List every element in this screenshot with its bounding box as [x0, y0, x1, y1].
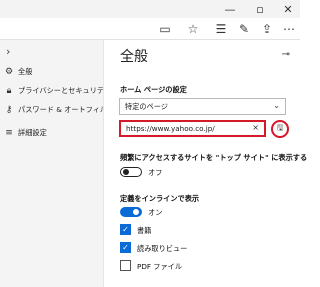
- sidebar-item-passwords[interactable]: ⚷ パスワード & オートフィル: [0, 101, 107, 119]
- reading-view-label: 読み取りビュー: [137, 244, 188, 253]
- minimize-icon[interactable]: —: [216, 0, 244, 18]
- home-page-select-value: 特定のページ: [125, 101, 168, 111]
- tab-actions-icon[interactable]: ▭: [155, 18, 175, 40]
- books-checkbox[interactable]: ✓: [120, 224, 131, 235]
- close-icon[interactable]: ✕: [274, 0, 302, 18]
- pin-icon[interactable]: ⊸: [282, 49, 290, 60]
- sidebar-item-label: プライバシーとセキュリティ: [18, 86, 111, 95]
- more-icon[interactable]: ⋯: [279, 18, 299, 40]
- sidebar-item-advanced[interactable]: ≡ 詳細設定: [0, 124, 103, 142]
- chevron-down-icon: ⌄: [273, 101, 280, 110]
- favorites-icon[interactable]: ☰: [211, 18, 231, 40]
- settings-panel: 全般 ⊸ ホーム ページの設定 特定のページ ⌄ https://www.yah…: [103, 40, 307, 287]
- share-icon[interactable]: ⇪: [257, 18, 277, 40]
- reading-view-checkbox[interactable]: ✓: [120, 242, 131, 253]
- browser-toolbar: ▭ ☆ ☰ ✎ ⇪ ⋯: [0, 18, 300, 40]
- sidebar-item-label: 全般: [18, 67, 33, 76]
- inline-definitions-state: オン: [148, 208, 163, 217]
- top-sites-state: オフ: [148, 168, 163, 177]
- gear-icon: ⚙: [4, 67, 14, 77]
- lock-icon: 🔒︎: [6, 86, 12, 96]
- toggle-knob: [123, 169, 129, 175]
- inline-definitions-label: 定義をインラインで表示: [120, 194, 200, 203]
- home-page-url-value: https://www.yahoo.co.jp/: [126, 124, 215, 133]
- chevron-right-icon[interactable]: ›: [6, 45, 10, 58]
- sidebar-item-privacy[interactable]: 🔒︎ プライバシーとセキュリティ: [0, 82, 111, 100]
- sidebar-item-label: 詳細設定: [18, 128, 47, 137]
- maximize-icon[interactable]: ▫: [246, 0, 274, 18]
- pdf-files-label: PDF ファイル: [137, 262, 183, 271]
- clear-icon[interactable]: ×: [252, 123, 259, 132]
- page-title: 全般: [120, 49, 148, 65]
- top-sites-toggle[interactable]: [120, 167, 142, 177]
- pen-icon[interactable]: ✎: [234, 18, 254, 40]
- home-page-select[interactable]: 特定のページ ⌄: [119, 98, 286, 115]
- sidebar-item-label: パスワード & オートフィル: [18, 105, 108, 114]
- sidebar-item-general[interactable]: ⚙ 全般: [0, 63, 103, 81]
- home-page-url-input[interactable]: https://www.yahoo.co.jp/ ×: [119, 120, 266, 137]
- key-icon: ⚷: [5, 105, 13, 115]
- top-sites-label: 頻繁にアクセスするサイトを "トップ サイト" に表示する: [120, 153, 308, 162]
- save-button[interactable]: 🖫︎: [271, 120, 289, 138]
- save-icon: 🖫︎: [276, 123, 284, 132]
- inline-definitions-toggle[interactable]: [120, 207, 142, 217]
- star-icon[interactable]: ☆: [183, 18, 203, 40]
- settings-sidebar: › ⚙ 全般 🔒︎ プライバシーとセキュリティ ⚷ パスワード & オートフィル…: [0, 40, 111, 287]
- toggle-knob: [133, 209, 139, 215]
- sliders-icon: ≡: [5, 128, 13, 138]
- home-page-label: ホーム ページの設定: [120, 85, 187, 94]
- books-label: 書籍: [137, 226, 152, 235]
- window-titlebar: — ▫ ✕: [0, 0, 300, 18]
- pdf-files-checkbox[interactable]: [120, 260, 131, 271]
